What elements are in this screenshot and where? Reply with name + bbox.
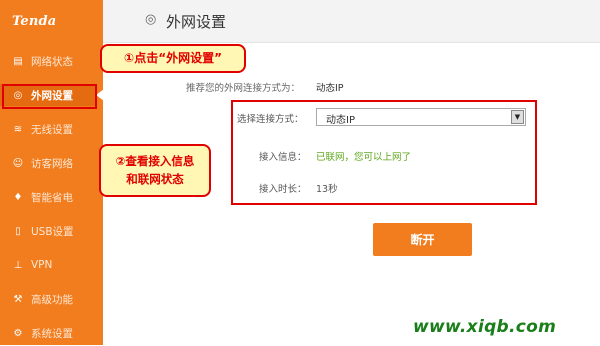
- callout-click-wan: ①点击“外网设置”: [100, 44, 246, 73]
- wrench-icon: ⚒: [13, 293, 23, 305]
- callout-line-2: 和联网状态: [126, 172, 184, 186]
- globe-icon: ◎: [145, 12, 157, 27]
- access-duration-value: 13秒: [316, 184, 338, 195]
- gear-icon: ⚙: [13, 327, 23, 339]
- sidebar-item-label: 高级功能: [31, 293, 73, 306]
- sidebar-item-advanced[interactable]: ⚒ 高级功能: [0, 286, 103, 312]
- sidebar-item-usb[interactable]: ▯ USB设置: [0, 218, 103, 244]
- guest-icon: ☺: [12, 157, 24, 169]
- connection-type-value: 动态IP: [326, 115, 355, 126]
- sidebar-item-label: 网络状态: [31, 55, 73, 68]
- annotation-highlight-box: [2, 84, 97, 109]
- active-pointer-arrow: [96, 89, 104, 101]
- sidebar-item-power-saving[interactable]: ♦ 智能省电: [0, 184, 103, 210]
- sidebar-item-system[interactable]: ⚙ 系统设置: [0, 320, 103, 346]
- access-info-label: 接入信息：: [259, 152, 307, 163]
- sidebar-item-guest-network[interactable]: ☺ 访客网络: [0, 150, 103, 176]
- connection-type-label: 选择连接方式：: [237, 114, 304, 125]
- sidebar: Tenda ▤ 网络状态 ◎ 外网设置 ≋ 无线设置 ☺ 访客网络 ♦ 智能省电…: [0, 0, 103, 345]
- page-title: 外网设置: [166, 13, 227, 31]
- access-info-value: 已联网，您可以上网了: [316, 152, 412, 163]
- sidebar-item-vpn[interactable]: ⊥ VPN: [0, 252, 103, 278]
- sidebar-item-network-status[interactable]: ▤ 网络状态: [0, 48, 103, 74]
- usb-icon: ▯: [15, 225, 21, 237]
- power-save-icon: ♦: [13, 191, 23, 203]
- wifi-icon: ≋: [13, 123, 23, 135]
- access-duration-label: 接入时长：: [259, 184, 307, 195]
- recommend-value: 动态IP: [316, 83, 344, 94]
- sidebar-item-label: VPN: [31, 259, 53, 271]
- watermark: www.xiqb.com: [413, 317, 557, 337]
- sidebar-item-label: 智能省电: [31, 191, 73, 204]
- network-status-icon: ▤: [13, 55, 23, 67]
- callout-line-1: ②查看接入信息: [115, 154, 195, 168]
- sidebar-item-label: 无线设置: [31, 123, 73, 136]
- sidebar-item-label: 系统设置: [31, 327, 73, 340]
- sidebar-item-wireless[interactable]: ≋ 无线设置: [0, 116, 103, 142]
- tenda-logo: Tenda: [12, 14, 57, 29]
- sidebar-item-label: 访客网络: [31, 157, 73, 170]
- vpn-icon: ⊥: [13, 259, 23, 271]
- page-header: ◎ 外网设置: [103, 0, 600, 43]
- disconnect-button[interactable]: 断开: [373, 223, 472, 256]
- connection-type-select[interactable]: 动态IP ▼: [316, 108, 526, 126]
- sidebar-item-label: USB设置: [31, 225, 74, 238]
- chevron-down-icon[interactable]: ▼: [511, 110, 524, 124]
- callout-view-info: ②查看接入信息 和联网状态: [99, 144, 211, 197]
- recommend-label: 推荐您的外网连接方式为：: [186, 83, 301, 94]
